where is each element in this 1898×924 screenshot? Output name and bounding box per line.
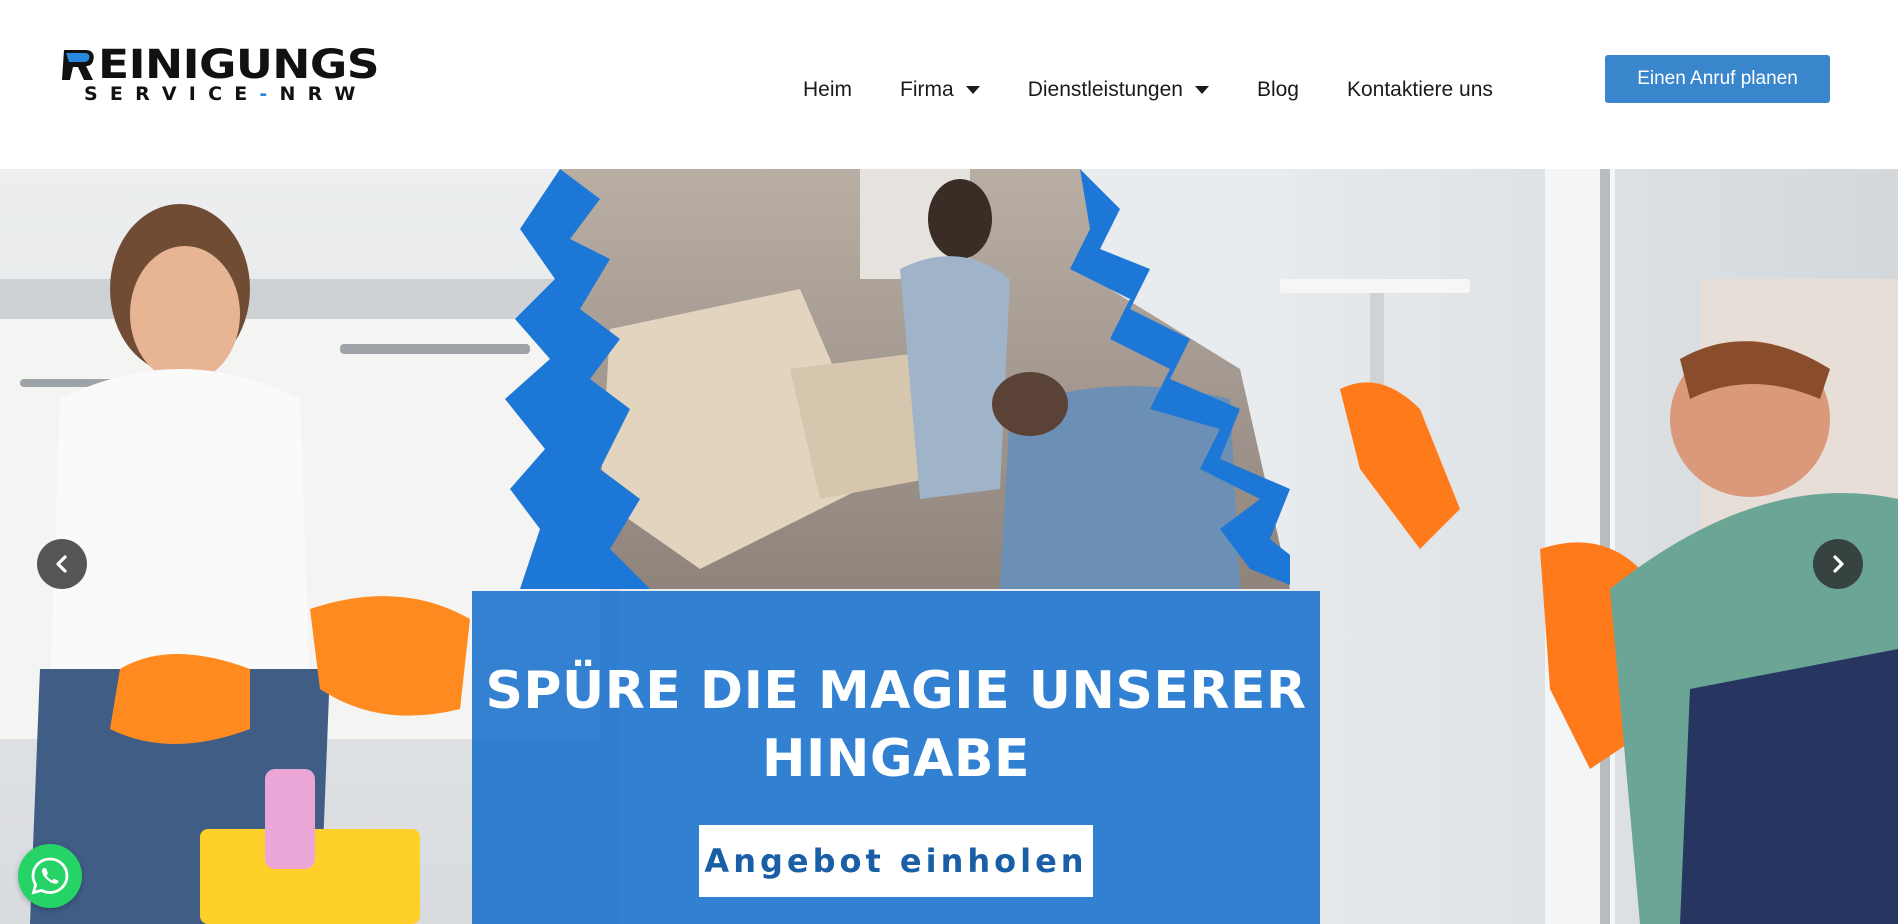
r-letter-icon (62, 48, 96, 82)
logo-wordmark: EINIGUNGS (62, 45, 380, 85)
whatsapp-icon (28, 854, 72, 898)
schedule-call-button[interactable]: Einen Anruf planen (1605, 55, 1830, 103)
site-logo[interactable]: EINIGUNGS SERVICE-NRW (62, 45, 436, 104)
caret-down-icon (1194, 86, 1209, 94)
site-header: EINIGUNGS SERVICE-NRW Heim Firma Dienstl… (0, 0, 1898, 169)
logo-top-text: EINIGUNGS (98, 42, 380, 88)
whatsapp-chat-button[interactable] (18, 844, 82, 908)
nav-item-dienstleistungen[interactable]: Dienstleistungen (1028, 78, 1209, 102)
nav-item-firma[interactable]: Firma (900, 78, 980, 102)
logo-subtitle-right: NRW (279, 83, 368, 105)
nav-item-blog[interactable]: Blog (1257, 78, 1299, 102)
nav-item-label: Kontaktiere uns (1346, 78, 1493, 101)
slider-prev-button[interactable] (37, 539, 87, 589)
logo-subtitle-left: SERVICE (84, 83, 260, 105)
chevron-right-icon (1828, 554, 1848, 574)
nav-item-label: Heim (803, 78, 853, 101)
get-quote-button[interactable]: Angebot einholen (699, 825, 1093, 897)
caret-down-icon (965, 86, 980, 94)
nav-item-label: Firma (900, 78, 954, 101)
logo-subtitle: SERVICE-NRW (84, 84, 368, 104)
nav-item-kontakt[interactable]: Kontaktiere uns (1347, 78, 1493, 102)
nav-item-label: Blog (1256, 78, 1299, 101)
hero-slider: SPÜRE DIE MAGIE UNSERER HINGABE Angebot … (0, 169, 1898, 924)
nav-item-heim[interactable]: Heim (803, 78, 852, 102)
main-navigation: Heim Firma Dienstleistungen Blog Kontakt… (803, 76, 1493, 104)
chevron-left-icon (52, 554, 72, 574)
hero-promo-panel: SPÜRE DIE MAGIE UNSERER HINGABE Angebot … (472, 591, 1320, 924)
slider-next-button[interactable] (1813, 539, 1863, 589)
logo-subtitle-dash: - (259, 83, 280, 105)
hero-title: SPÜRE DIE MAGIE UNSERER HINGABE (485, 661, 1307, 789)
nav-item-label: Dienstleistungen (1027, 78, 1183, 101)
